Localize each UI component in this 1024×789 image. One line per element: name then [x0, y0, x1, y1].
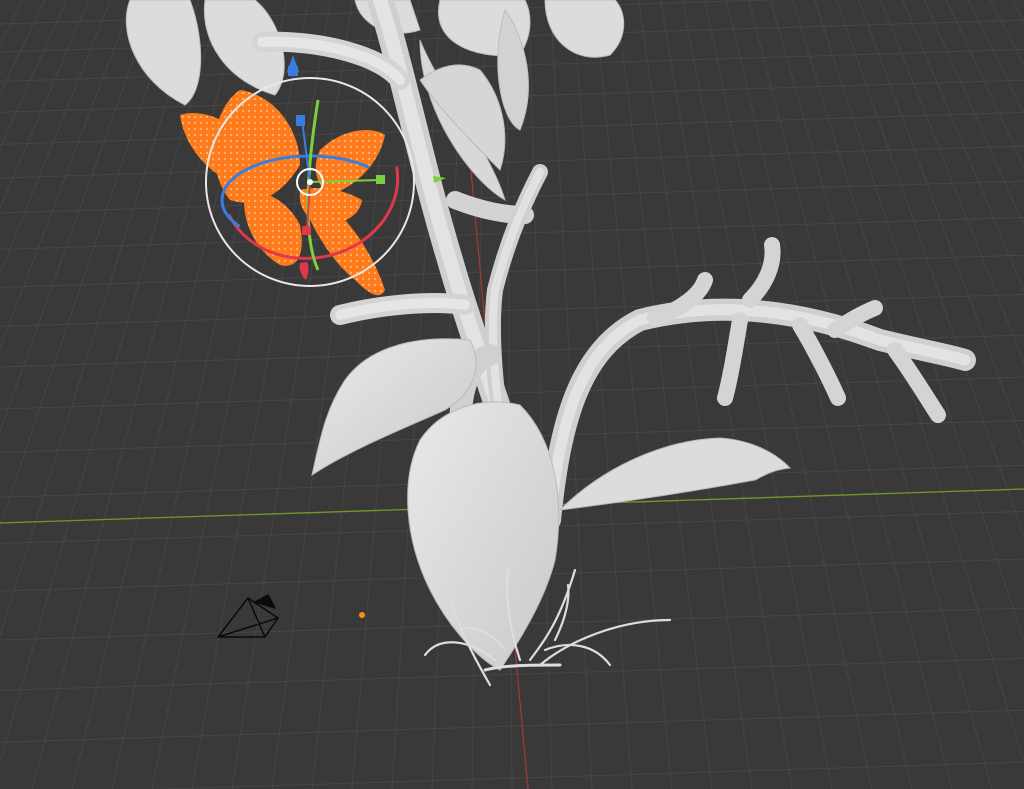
gizmo-z-axis[interactable] [301, 119, 311, 183]
flower-selected[interactable] [180, 90, 385, 296]
gizmo-center-dot [307, 179, 313, 185]
grid-line [0, 145, 1024, 179]
grid-line [770, 0, 993, 789]
light-origin-dot[interactable] [359, 612, 365, 618]
grid-line [0, 0, 2, 3]
grid-line [858, 0, 1024, 447]
grid-line [0, 0, 156, 434]
grid-line [0, 657, 1024, 691]
grid-line [682, 0, 833, 789]
grid-line [528, 0, 553, 789]
3d-viewport[interactable] [0, 0, 1024, 789]
gizmo-z-arrow-base[interactable] [288, 66, 298, 76]
viewport-canvas[interactable] [0, 0, 1024, 789]
gizmo-y-scale-handle[interactable] [376, 175, 385, 184]
gizmo-z-scale-handle[interactable] [296, 115, 305, 126]
grid-line [946, 0, 1024, 169]
grid-line [0, 254, 1024, 288]
gizmo-x-scale-handle[interactable] [302, 226, 311, 235]
grid-line [0, 0, 68, 150]
grid-line [638, 0, 753, 789]
grid-line [0, 0, 24, 47]
camera-object[interactable] [217, 594, 279, 638]
grid-line [1012, 0, 1024, 23]
grid-line [0, 0, 112, 276]
